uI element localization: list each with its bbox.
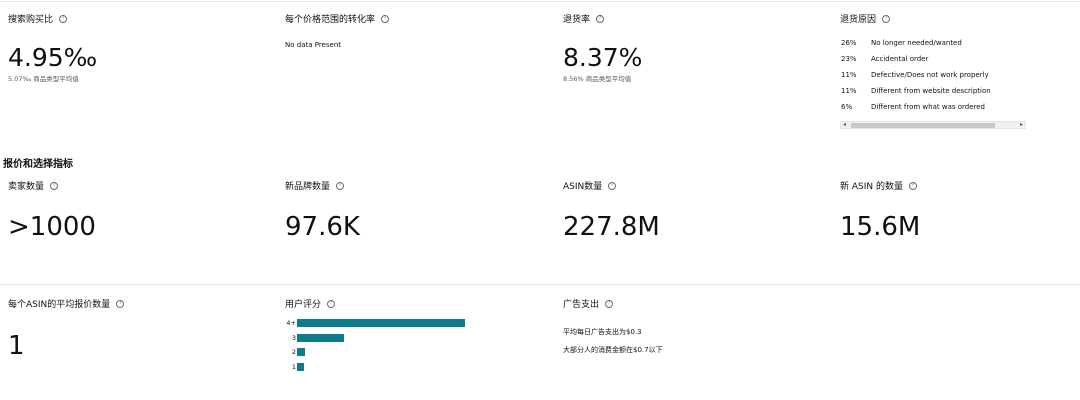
- ad-spend-typical: 大部分人的消费金额在$0.7以下: [563, 346, 663, 354]
- return-reason-pct: 6%: [841, 103, 853, 111]
- rating-bar: [297, 348, 305, 356]
- return-reasons-scrollbar[interactable]: ◂ ▸: [840, 121, 1026, 129]
- search-purchase-ratio-label: 搜索购买比: [8, 15, 54, 25]
- ratings-label: 用户评分: [285, 300, 322, 310]
- return-reason-pct: 11%: [841, 71, 857, 79]
- search-purchase-ratio-value: 4.95‰: [8, 43, 98, 72]
- return-reason-pct: 26%: [841, 39, 857, 47]
- avg-offers-card: 每个ASIN的平均报价数量? 1: [8, 297, 125, 361]
- return-reason-pct: 11%: [841, 87, 857, 95]
- return-reason-pct: 23%: [841, 55, 857, 63]
- rating-bar: [297, 334, 344, 342]
- help-icon[interactable]: ?: [116, 299, 125, 308]
- asin-count-value: 227.8M: [563, 212, 660, 242]
- section-title: 报价和选择指标: [3, 159, 73, 170]
- search-purchase-ratio-average: 5.07‰ 商品类型平均值: [8, 75, 79, 83]
- return-reason-text: Different from website description: [871, 87, 991, 95]
- help-icon[interactable]: ?: [908, 181, 917, 190]
- new-asin-count-card: 新 ASIN 的数量? 15.6M: [840, 179, 920, 240]
- return-reason-item: 11% Different from website description: [841, 87, 991, 95]
- help-icon[interactable]: ?: [596, 14, 605, 23]
- ad-spend-card: 广告支出? 平均每日广告支出为$0.3 大部分人的消费金额在$0.7以下: [563, 297, 663, 355]
- rating-row: 2: [284, 348, 305, 356]
- new-brand-count-label: 新品牌数量: [285, 182, 331, 192]
- rating-row: 4+: [284, 319, 465, 327]
- return-reason-item: 23% Accidental order: [841, 55, 928, 63]
- ad-spend-daily: 平均每日广告支出为$0.3: [563, 328, 642, 336]
- top-divider: [0, 1, 1080, 2]
- help-icon[interactable]: ?: [59, 14, 68, 23]
- search-purchase-ratio-card: 搜索购买比? 4.95‰ 5.07‰ 商品类型平均值: [8, 12, 97, 83]
- arrow-right-icon[interactable]: ▸: [1020, 121, 1023, 128]
- help-icon[interactable]: ?: [882, 14, 891, 23]
- help-icon[interactable]: ?: [327, 299, 336, 308]
- return-reason-text: Accidental order: [871, 55, 929, 63]
- ratings-bar-chart: 4+ 3 2 1: [284, 319, 474, 374]
- rating-label: 1: [291, 363, 296, 371]
- conversion-by-price-card: 每个价格范围的转化率? No data Present: [285, 12, 390, 49]
- new-asin-count-label: 新 ASIN 的数量: [840, 182, 903, 192]
- return-rate-value: 8.37%: [563, 43, 643, 72]
- return-rate-average: 8.56% 商品类型平均值: [563, 75, 632, 83]
- avg-offers-value: 1: [8, 331, 25, 361]
- seller-count-card: 卖家数量? >1000: [8, 179, 96, 240]
- scrollbar-thumb[interactable]: [851, 123, 995, 128]
- help-icon[interactable]: ?: [381, 14, 390, 23]
- return-rate-label: 退货率: [563, 15, 591, 25]
- return-reason-item: 6% Different from what was ordered: [841, 103, 985, 111]
- asin-count-label: ASIN数量: [563, 182, 603, 192]
- new-asin-count-value: 15.6M: [840, 212, 921, 242]
- conversion-by-price-label: 每个价格范围的转化率: [285, 15, 376, 25]
- rating-label: 3: [291, 334, 296, 342]
- ad-spend-label: 广告支出: [563, 300, 600, 310]
- avg-offers-label: 每个ASIN的平均报价数量: [8, 300, 111, 310]
- rating-bar: [297, 319, 465, 327]
- help-icon[interactable]: ?: [608, 181, 617, 190]
- arrow-left-icon[interactable]: ◂: [843, 121, 846, 128]
- return-reason-text: No longer needed/wanted: [871, 39, 962, 47]
- ratings-card: 用户评分?: [285, 297, 336, 310]
- rating-label: 2: [291, 348, 296, 356]
- row-divider: [0, 284, 1080, 285]
- rating-bar: [297, 363, 304, 371]
- help-icon[interactable]: ?: [336, 181, 345, 190]
- seller-count-label: 卖家数量: [8, 182, 45, 192]
- asin-count-card: ASIN数量? 227.8M: [563, 179, 660, 240]
- help-icon[interactable]: ?: [605, 299, 614, 308]
- return-reason-text: Defective/Does not work properly: [871, 71, 989, 79]
- return-reason-text: Different from what was ordered: [871, 103, 985, 111]
- return-reasons-card: 退货原因?: [840, 12, 1040, 25]
- help-icon[interactable]: ?: [50, 181, 59, 190]
- new-brand-count-card: 新品牌数量? 97.6K: [285, 179, 360, 240]
- rating-row: 1: [284, 363, 304, 371]
- rating-row: 3: [284, 334, 344, 342]
- new-brand-count-value: 97.6K: [285, 212, 360, 242]
- return-rate-card: 退货率? 8.37% 8.56% 商品类型平均值: [563, 12, 642, 83]
- no-data-text: No data Present: [285, 41, 341, 49]
- rating-label: 4+: [286, 319, 296, 327]
- return-reasons-label: 退货原因: [840, 15, 877, 25]
- seller-count-value: >1000: [8, 212, 96, 242]
- return-reason-item: 11% Defective/Does not work properly: [841, 71, 989, 79]
- return-reason-item: 26% No longer needed/wanted: [841, 39, 962, 47]
